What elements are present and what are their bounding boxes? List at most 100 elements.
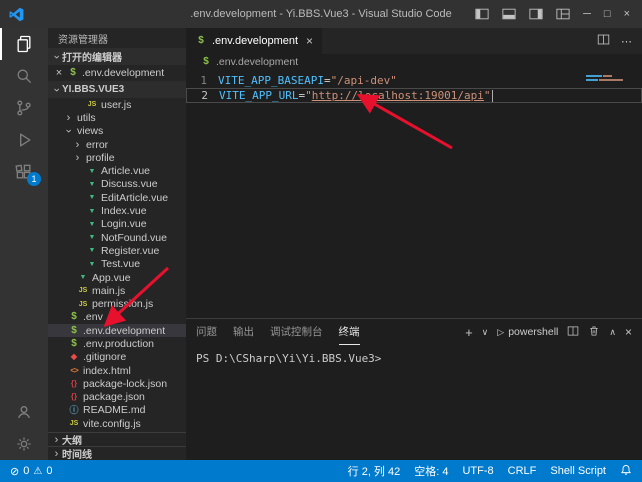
code-editor[interactable]: 1VITE_APP_BASEAPI="/api-dev"2VITE_APP_UR… [186,70,642,318]
js-file-icon: JS [68,420,80,427]
tree-item[interactable]: $.env [48,311,186,324]
tree-item[interactable]: ▼Login.vue [48,218,186,231]
project-header[interactable]: › YI.BBS.VUE3 [48,81,186,98]
open-editor-item[interactable]: ×$.env.development [48,65,186,81]
terminal-shell-selector[interactable]: ▷ powershell [497,326,558,338]
tree-item[interactable]: JSuser.js [48,98,186,111]
tree-item[interactable]: <>index.html [48,364,186,377]
close-window-button[interactable]: × [624,8,630,20]
status-item[interactable]: 空格: 4 [414,463,448,479]
tree-item[interactable]: ›error [48,138,186,151]
tree-item[interactable]: JSvite.config.js [48,417,186,430]
shell-label: powershell [508,326,558,338]
env-file-icon: $ [200,57,212,67]
line-number: 2 [187,88,219,103]
code-line[interactable]: 2VITE_APP_URL="http://localhost:19001/ap… [186,88,642,103]
tree-item[interactable]: ▼Discuss.vue [48,178,186,191]
run-debug-icon[interactable] [0,124,48,156]
outline-section[interactable]: › 大纲 [48,432,186,446]
tree-item[interactable]: ▼Register.vue [48,244,186,257]
account-icon[interactable] [0,396,48,428]
open-editors-header[interactable]: › 打开的编辑器 [48,48,186,65]
code-line[interactable]: 1VITE_APP_BASEAPI="/api-dev" [186,73,642,88]
status-item[interactable]: 行 2, 列 42 [348,463,401,479]
more-actions-icon[interactable]: ⋯ [621,35,632,48]
panel-tab-终端[interactable]: 终端 [339,319,360,345]
bottom-panel: 问题输出调试控制台终端 + ∨ ▷ powershell ∧ × [186,318,642,460]
open-editor-label: .env.development [82,67,164,79]
close-panel-icon[interactable]: × [625,325,632,339]
file-label: .env [83,311,103,323]
file-label: user.js [101,99,131,111]
toggle-secondary-sidebar-icon[interactable] [529,7,543,21]
warning-icon: ⚠ [33,466,42,477]
panel-tab-调试控制台[interactable]: 调试控制台 [270,319,323,345]
chevron-right-icon: › [72,139,83,151]
tree-item[interactable]: {}package.json [48,391,186,404]
kill-terminal-icon[interactable] [588,325,600,340]
source-control-icon[interactable] [0,92,48,124]
tree-item[interactable]: ⓘREADME.md [48,404,186,417]
status-item[interactable]: Shell Script [550,465,606,477]
tree-item[interactable]: ▼Test.vue [48,258,186,271]
panel-tab-问题[interactable]: 问题 [196,319,217,345]
minimize-button[interactable]: ─ [583,8,591,20]
tree-item[interactable]: ▼EditArticle.vue [48,191,186,204]
tree-item[interactable]: ›views [48,125,186,138]
editor-tab-bar: $ .env.development × ⋯ [186,28,642,54]
search-icon[interactable] [0,60,48,92]
tree-item[interactable]: JSmain.js [48,284,186,297]
panel-tab-输出[interactable]: 输出 [233,319,254,345]
html-file-icon: <> [68,367,80,375]
notifications-bell-icon[interactable] [620,464,632,479]
tree-item[interactable]: ◆.gitignore [48,351,186,364]
file-tree: JSuser.js›utils›views›error›profile▼Arti… [48,98,186,432]
tree-item[interactable]: $.env.development [48,324,186,337]
tree-item[interactable]: {}package-lock.json [48,377,186,390]
file-label: .env.development [83,325,165,337]
file-label: Test.vue [101,258,140,270]
timeline-section[interactable]: › 时间线 [48,446,186,460]
maximize-button[interactable]: □ [604,8,611,20]
close-editor-icon[interactable]: × [54,67,64,79]
toggle-sidebar-icon[interactable] [475,7,489,21]
terminal-profile-dropdown-icon[interactable]: ∨ [482,327,489,338]
maximize-panel-icon[interactable]: ∧ [609,327,616,338]
tree-item[interactable]: ›profile [48,151,186,164]
tab-close-icon[interactable]: × [306,34,313,48]
file-label: permission.js [92,298,153,310]
terminal-output[interactable]: PS D:\CSharp\Yi\Yi.BBS.Vue3> [186,345,642,460]
editor-group: $ .env.development × ⋯ $ .env.developmen… [186,28,642,460]
tab-env-development[interactable]: $ .env.development × [186,28,322,54]
split-terminal-icon[interactable] [567,325,579,340]
toggle-panel-icon[interactable] [502,7,516,21]
file-label: package.json [83,391,145,403]
minimap[interactable] [586,75,630,83]
problems-status[interactable]: ⊘ 0 ⚠ 0 [10,465,52,478]
tree-item[interactable]: JSpermission.js [48,297,186,310]
status-item[interactable]: CRLF [508,465,537,477]
file-label: App.vue [92,272,131,284]
split-editor-icon[interactable] [597,33,610,49]
file-label: main.js [92,285,125,297]
file-label: README.md [83,404,145,416]
tree-item[interactable]: ▼Index.vue [48,204,186,217]
status-item[interactable]: UTF-8 [462,465,493,477]
vue-file-icon: ▼ [86,168,98,175]
tree-item[interactable]: ▼App.vue [48,271,186,284]
file-label: Register.vue [101,245,159,257]
explorer-icon[interactable] [0,28,48,60]
settings-gear-icon[interactable] [0,428,48,460]
tree-item[interactable]: ›utils [48,111,186,124]
breadcrumb[interactable]: $ .env.development [186,54,642,70]
code-token: = [324,74,331,87]
vue-file-icon: ▼ [86,247,98,254]
file-label: Article.vue [101,165,150,177]
extensions-icon[interactable]: 1 [0,156,48,188]
text-cursor [492,90,493,102]
tree-item[interactable]: ▼Article.vue [48,164,186,177]
customize-layout-icon[interactable] [556,7,570,21]
new-terminal-icon[interactable]: + [465,325,473,340]
tree-item[interactable]: $.env.production [48,337,186,350]
tree-item[interactable]: ▼NotFound.vue [48,231,186,244]
